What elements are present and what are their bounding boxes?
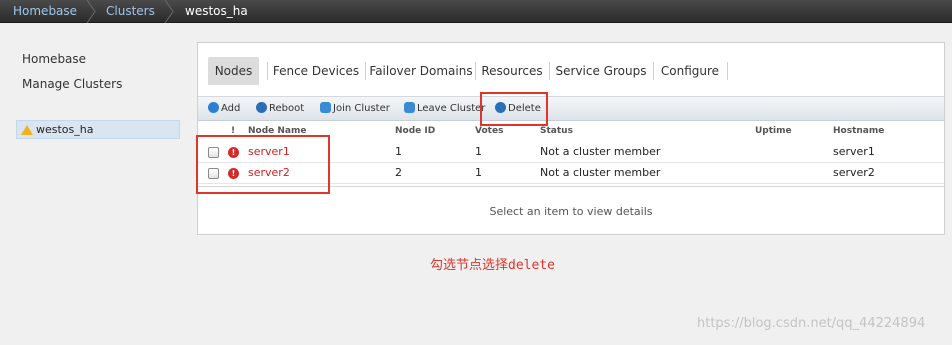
node-votes: 1: [475, 166, 482, 179]
tab-service-groups[interactable]: Service Groups: [553, 57, 649, 85]
breadcrumb-homebase[interactable]: Homebase: [13, 0, 77, 23]
warning-icon: [21, 125, 33, 135]
nav-homebase[interactable]: Homebase: [22, 52, 86, 66]
annotation-text: 勾选节点选择delete: [430, 258, 555, 273]
nav-manage-clusters[interactable]: Manage Clusters: [22, 77, 122, 91]
reboot-button[interactable]: Reboot: [256, 102, 304, 118]
breadcrumb-current-cluster: westos_ha: [185, 4, 248, 18]
delete-highlight-box: [480, 92, 548, 126]
cluster-list-item[interactable]: westos_ha: [16, 120, 180, 139]
breadcrumb-clusters[interactable]: Clusters: [106, 0, 155, 23]
node-id: 1: [395, 145, 402, 158]
link-icon: [320, 102, 331, 113]
cluster-name: westos_ha: [36, 123, 94, 136]
details-placeholder: Select an item to view details: [489, 205, 653, 218]
tab-failover-domains[interactable]: Failover Domains: [369, 57, 473, 85]
watermark: https://blog.csdn.net/qq_44224894: [697, 316, 926, 331]
left-nav: Homebase Manage Clusters westos_ha: [0, 24, 196, 345]
tab-divider: [267, 62, 268, 80]
tab-divider: [475, 62, 476, 80]
col-status[interactable]: Status: [540, 126, 573, 136]
node-toolbar: Add Reboot Join Cluster Leave Cluster De…: [198, 96, 944, 121]
join-cluster-button[interactable]: Join Cluster: [320, 102, 390, 118]
tab-resources[interactable]: Resources: [479, 57, 545, 85]
node-votes: 1: [475, 145, 482, 158]
col-node-id[interactable]: Node ID: [395, 126, 435, 136]
tab-divider: [653, 62, 654, 80]
node-hostname: server1: [833, 145, 875, 158]
node-status: Not a cluster member: [540, 166, 661, 179]
col-uptime[interactable]: Uptime: [755, 126, 792, 136]
node-hostname: server2: [833, 166, 875, 179]
leave-cluster-button[interactable]: Leave Cluster: [404, 102, 485, 118]
tab-fence-devices[interactable]: Fence Devices: [271, 57, 361, 85]
tab-divider: [727, 62, 728, 80]
col-votes[interactable]: Votes: [475, 126, 503, 136]
tab-configure[interactable]: Configure: [657, 57, 723, 85]
unlink-icon: [404, 102, 415, 113]
reboot-icon: [256, 102, 267, 113]
tab-divider: [549, 62, 550, 80]
node-id: 2: [395, 166, 402, 179]
node-status: Not a cluster member: [540, 145, 661, 158]
selected-nodes-highlight-box: [196, 135, 330, 194]
col-hostname[interactable]: Hostname: [833, 126, 884, 136]
breadcrumb: Homebase Clusters westos_ha: [0, 0, 952, 23]
add-icon: [208, 102, 219, 113]
tab-divider: [365, 62, 366, 80]
breadcrumb-separator-icon: [164, 0, 174, 23]
add-button[interactable]: Add: [208, 102, 240, 118]
tab-nodes[interactable]: Nodes: [208, 57, 259, 85]
breadcrumb-separator-icon: [86, 0, 96, 23]
